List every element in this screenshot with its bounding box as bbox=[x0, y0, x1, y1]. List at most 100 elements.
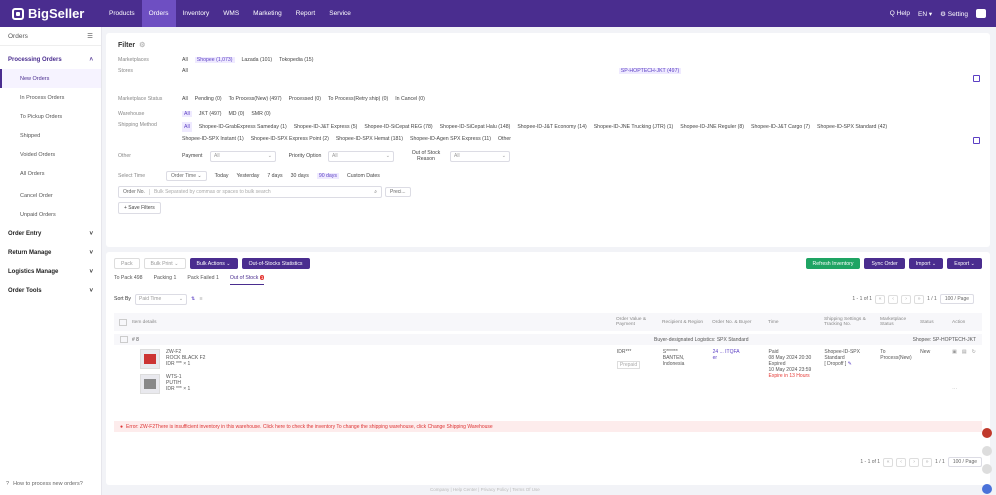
import-button[interactable]: Import ⌄ bbox=[908, 258, 944, 269]
subtab-pack-failed[interactable]: Pack Failed 1 bbox=[187, 275, 218, 285]
more-icon[interactable]: ⋯ bbox=[952, 386, 957, 418]
sidebar-item-voided[interactable]: Voided Orders bbox=[0, 145, 101, 164]
nav-service[interactable]: Service bbox=[322, 0, 358, 27]
sort-select[interactable]: Paid Time ⌄ bbox=[135, 293, 188, 305]
feedback-icon[interactable] bbox=[982, 464, 992, 474]
sidebar-item-cancel[interactable]: Cancel Order bbox=[0, 186, 101, 205]
shipping-option[interactable]: Shopee-ID-J&T Economy (14) bbox=[517, 122, 586, 132]
edit-icon[interactable]: ✎ bbox=[848, 361, 852, 367]
settings-icon[interactable]: ⚙ bbox=[139, 41, 145, 49]
shipping-option[interactable]: Shopee-ID-GrabExpress Sameday (1) bbox=[199, 122, 287, 132]
export-button[interactable]: Export ⌄ bbox=[947, 258, 982, 269]
shipping-option[interactable]: Shopee-ID-SiCepat Halu (148) bbox=[440, 122, 511, 132]
sidebar-help-link[interactable]: How to process new orders? bbox=[13, 481, 83, 487]
sidebar-item-in-process[interactable]: In Process Orders bbox=[0, 88, 101, 107]
time-field-select[interactable]: Order Time ⌄ bbox=[166, 170, 207, 181]
shipping-option[interactable]: Shopee-ID-J&T Express (5) bbox=[294, 122, 358, 132]
status-option[interactable]: Pending (0) bbox=[195, 96, 222, 102]
search-input[interactable]: Bulk Separated by commas or spaces to bu… bbox=[150, 189, 374, 195]
document-icon[interactable]: ▤ bbox=[962, 349, 967, 381]
subtab-to-pack[interactable]: To Pack 498 bbox=[114, 275, 143, 285]
priority-select[interactable]: All ⌄ bbox=[328, 150, 394, 162]
sidebar-order-tools[interactable]: Order Tools bbox=[8, 288, 42, 294]
sidebar-logistics-manage[interactable]: Logistics Manage bbox=[8, 269, 58, 275]
subtab-packing[interactable]: Packing 1 bbox=[154, 275, 177, 285]
first-page-button[interactable]: « bbox=[875, 294, 886, 304]
shipping-option[interactable]: Shopee-ID-SPX Express Point (2) bbox=[251, 134, 329, 144]
user-avatar-icon[interactable] bbox=[976, 9, 986, 18]
search-bar[interactable]: Order No. Bulk Separated by commas or spa… bbox=[118, 186, 382, 198]
status-option[interactable]: To Process(Retry ship) (0) bbox=[328, 96, 388, 102]
marketplace-option[interactable]: All bbox=[182, 57, 188, 63]
page-input[interactable]: 1 / 1 bbox=[935, 459, 945, 465]
nav-products[interactable]: Products bbox=[102, 0, 142, 27]
store-option[interactable]: All bbox=[182, 68, 188, 74]
nav-report[interactable]: Report bbox=[289, 0, 323, 27]
page-input[interactable]: 1 / 1 bbox=[927, 296, 937, 302]
language-select[interactable]: EN ▾ bbox=[918, 10, 932, 18]
nav-marketing[interactable]: Marketing bbox=[246, 0, 289, 27]
save-filters-button[interactable]: + Save Filters bbox=[118, 202, 161, 214]
warehouse-option[interactable]: All bbox=[182, 111, 192, 117]
expand-icon[interactable] bbox=[973, 75, 980, 82]
shipping-option[interactable]: Shopee-ID-SPX Hemat (181) bbox=[336, 134, 403, 144]
app-logo[interactable]: BigSeller bbox=[0, 6, 102, 21]
time-option[interactable]: 7 days bbox=[267, 173, 282, 179]
status-option[interactable]: To Process(New) (497) bbox=[229, 96, 282, 102]
prev-page-button[interactable]: ‹ bbox=[888, 294, 899, 304]
outstock-select[interactable]: All ⌄ bbox=[450, 150, 510, 162]
refresh-inventory-button[interactable]: Refresh Inventory bbox=[805, 258, 861, 269]
marketplace-option[interactable]: Shopee (1,073) bbox=[194, 57, 235, 63]
payment-select[interactable]: All ⌄ bbox=[210, 150, 276, 162]
sidebar-processing-orders[interactable]: Processing Orders bbox=[8, 57, 62, 63]
sort-order-icon[interactable]: ⇅ bbox=[191, 296, 195, 302]
bulk-print-button[interactable]: Bulk Print ⌄ bbox=[143, 258, 186, 269]
warehouse-option[interactable]: SMR (0) bbox=[251, 111, 270, 117]
bulk-actions-button[interactable]: Bulk Actions ⌄ bbox=[189, 258, 238, 269]
nav-inventory[interactable]: Inventory bbox=[176, 0, 217, 27]
nav-wms[interactable]: WMS bbox=[216, 0, 246, 27]
shipping-option[interactable]: Shopee-ID-JNE Trucking (JTR) (1) bbox=[594, 122, 674, 132]
time-option[interactable]: 30 days bbox=[291, 173, 309, 179]
sidebar-item-unpaid[interactable]: Unpaid Orders bbox=[0, 205, 101, 224]
precise-select[interactable]: Preci... bbox=[385, 187, 411, 197]
shipping-option[interactable]: Shopee-ID-SPX Instant (1) bbox=[182, 134, 244, 144]
setting-link[interactable]: ⚙ Setting bbox=[940, 10, 968, 18]
time-option[interactable]: 90 days bbox=[316, 172, 339, 179]
sidebar-item-to-pickup[interactable]: To Pickup Orders bbox=[0, 107, 101, 126]
store-option[interactable]: SP-HOPTECH-JKT (497) bbox=[618, 68, 682, 74]
sync-order-button[interactable]: Sync Order bbox=[864, 258, 905, 269]
shipping-option[interactable]: Shopee-ID-Agen SPX Express (11) bbox=[410, 134, 491, 144]
subtab-out-of-stock[interactable]: Out of Stock 1 bbox=[229, 275, 265, 285]
select-all-checkbox[interactable] bbox=[119, 318, 127, 326]
per-page-select[interactable]: 100 / Page bbox=[947, 457, 982, 467]
collapse-icon[interactable]: ☰ bbox=[87, 32, 93, 40]
filter-toggle-icon[interactable]: ≡ bbox=[199, 296, 202, 302]
support-avatar-icon[interactable] bbox=[982, 428, 992, 438]
order-checkbox[interactable] bbox=[120, 336, 128, 343]
status-option[interactable]: Processed (0) bbox=[289, 96, 321, 102]
marketplace-option[interactable]: Lazada (101) bbox=[242, 57, 273, 63]
first-page-button[interactable]: « bbox=[883, 457, 894, 467]
expand-icon[interactable] bbox=[973, 137, 980, 144]
next-page-button[interactable]: › bbox=[901, 294, 912, 304]
shipping-option[interactable]: Shopee-ID-JNE Reguler (8) bbox=[680, 122, 744, 132]
sidebar-item-new-orders[interactable]: New Orders bbox=[0, 69, 101, 88]
oos-statistics-button[interactable]: Out-of-Stocks Statistics bbox=[241, 258, 310, 269]
print-icon[interactable]: ▣ bbox=[952, 349, 957, 381]
search-icon[interactable]: ⌕ bbox=[374, 189, 381, 195]
warehouse-option[interactable]: MD (0) bbox=[228, 111, 244, 117]
page-footer[interactable]: Company | Help Center | Privacy Policy |… bbox=[430, 487, 540, 492]
help-link[interactable]: Q Help bbox=[890, 10, 910, 17]
next-page-button[interactable]: › bbox=[909, 457, 920, 467]
pack-button[interactable]: Pack bbox=[114, 258, 140, 269]
per-page-select[interactable]: 100 / Page bbox=[939, 294, 974, 304]
shipping-option[interactable]: Shopee-ID-J&T Cargo (7) bbox=[751, 122, 810, 132]
prev-page-button[interactable]: ‹ bbox=[896, 457, 907, 467]
nav-orders[interactable]: Orders bbox=[141, 0, 176, 27]
sidebar-item-all-orders[interactable]: All Orders bbox=[0, 164, 101, 183]
message-icon[interactable] bbox=[982, 484, 992, 494]
time-option[interactable]: Yesterday bbox=[236, 173, 259, 179]
last-page-button[interactable]: » bbox=[914, 294, 925, 304]
error-message[interactable]: Error: ZW-F2There is insufficient invent… bbox=[126, 424, 493, 430]
